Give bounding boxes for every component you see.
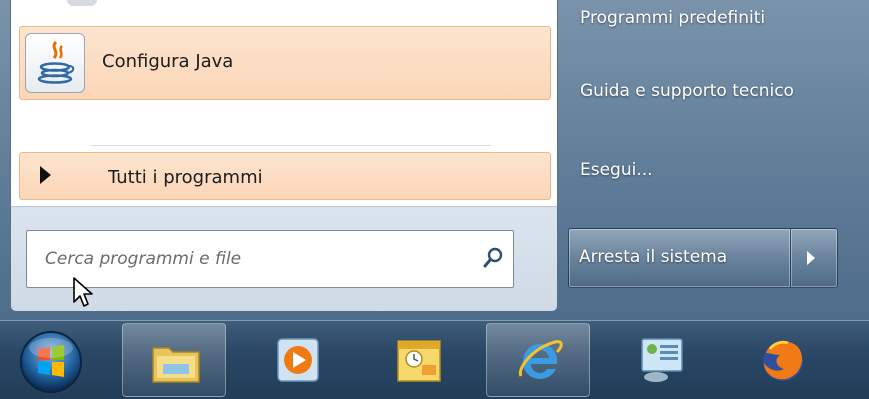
menu-item-configura-java[interactable]: Configura Java [19, 26, 551, 100]
search-icon[interactable] [483, 247, 503, 269]
all-programs-button[interactable]: Tutti i programmi [19, 152, 551, 200]
taskbar-button-firefox[interactable] [730, 323, 834, 397]
taskbar-button-media-player[interactable] [246, 323, 350, 397]
chevron-right-icon [807, 251, 815, 265]
start-menu: Configura Java Tutti i programmi Program… [0, 0, 869, 320]
media-player-icon [277, 338, 319, 382]
arrow-right-icon [40, 166, 51, 184]
menu-item-programmi-predefiniti[interactable]: Programmi predefiniti [580, 8, 765, 28]
all-programs-label: Tutti i programmi [108, 167, 263, 188]
menu-separator [91, 145, 491, 146]
partial-menu-item [67, 0, 97, 6]
shutdown-options-button[interactable] [790, 228, 838, 288]
taskbar-button-internet-explorer[interactable] [486, 323, 590, 397]
taskbar-button-control-panel[interactable] [610, 323, 714, 397]
shutdown-group: Arresta il sistema [568, 228, 838, 288]
taskbar [0, 320, 869, 399]
mouse-cursor-icon [72, 276, 98, 310]
taskbar-button-file-explorer[interactable] [122, 323, 226, 397]
windows-orb-icon[interactable] [6, 329, 96, 395]
firefox-icon [763, 340, 803, 381]
taskbar-button-outlook-calendar[interactable] [366, 323, 470, 397]
menu-item-esegui[interactable]: Esegui... [580, 160, 653, 180]
menu-item-guida-supporto[interactable]: Guida e supporto tecnico [580, 81, 794, 101]
internet-explorer-icon [518, 340, 563, 379]
menu-item-label: Configura Java [102, 51, 234, 72]
shutdown-label: Arresta il sistema [579, 247, 728, 267]
file-explorer-icon [152, 347, 200, 383]
search-box[interactable] [26, 230, 514, 288]
shutdown-button[interactable]: Arresta il sistema [568, 228, 790, 288]
outlook-calendar-icon [397, 340, 441, 382]
java-icon [25, 33, 85, 93]
control-panel-icon [641, 338, 683, 382]
